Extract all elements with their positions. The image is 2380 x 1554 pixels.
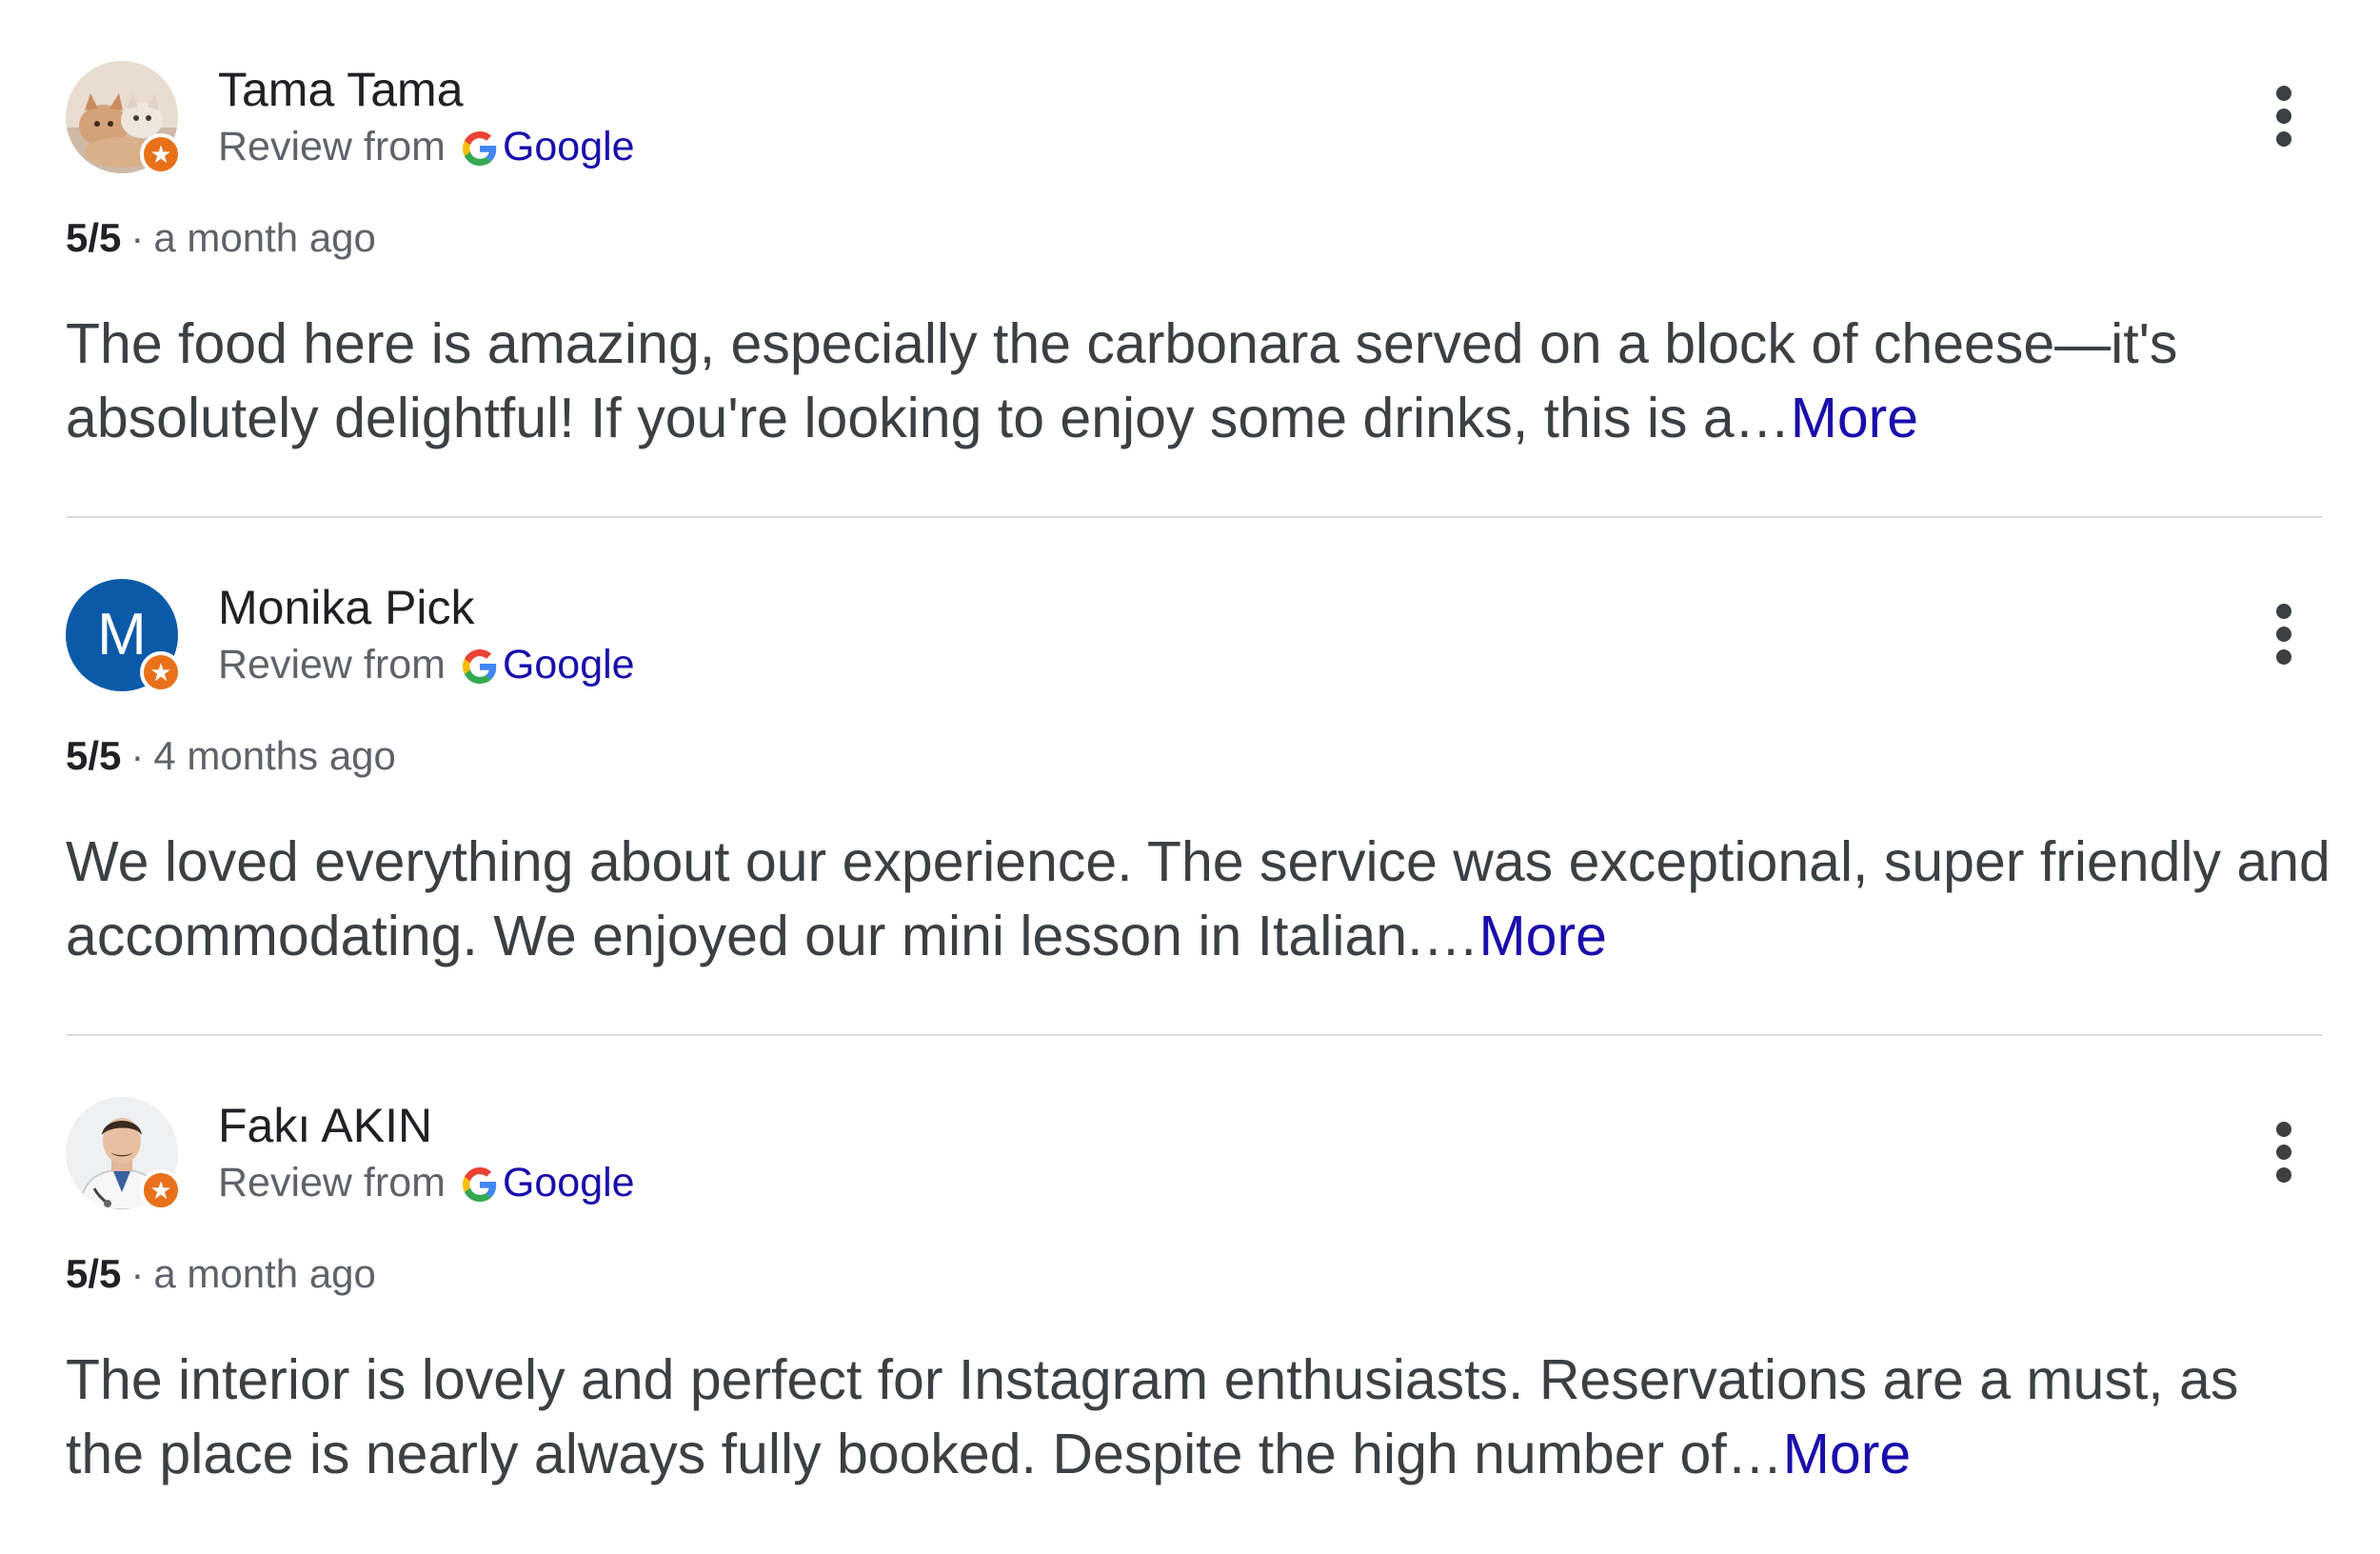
rating: 5/5	[66, 733, 122, 778]
review-time: a month ago	[153, 1251, 376, 1296]
review-card: M ★ Monika Pick Review from Google 5/5 ·…	[66, 518, 2330, 1036]
source-name[interactable]: Google	[503, 1160, 635, 1205]
menu-dot	[2276, 627, 2291, 642]
review-body: We loved everything about our experience…	[66, 830, 2330, 967]
more-vert-icon[interactable]	[2265, 1122, 2303, 1183]
rating: 5/5	[66, 1251, 122, 1296]
review-header: ★ Tama Tama Review from Google	[66, 61, 2322, 175]
rating-line: 5/5 · a month ago	[66, 1247, 376, 1301]
google-g-icon	[462, 1162, 497, 1215]
author-avatar[interactable]: ★	[66, 61, 182, 175]
separator: ·	[130, 215, 145, 260]
review-text: We loved everything about our experience…	[66, 825, 2331, 973]
local-guide-star-icon: ★	[140, 1169, 182, 1211]
more-link[interactable]: More	[1791, 387, 1918, 449]
review-source: Review from Google	[218, 1156, 635, 1215]
menu-dot	[2276, 86, 2291, 101]
source-prefix: Review from	[218, 124, 446, 169]
review-header: M ★ Monika Pick Review from Google	[66, 579, 2322, 693]
local-guide-star-icon: ★	[140, 651, 182, 693]
source-name[interactable]: Google	[503, 124, 635, 169]
menu-dot	[2276, 131, 2291, 147]
review-card: ★ Tama Tama Review from Google 5/5 · a m…	[66, 0, 2322, 518]
more-vert-icon[interactable]	[2265, 86, 2303, 147]
review-source: Review from Google	[218, 638, 635, 697]
review-body: The interior is lovely and perfect for I…	[66, 1348, 2239, 1485]
source-prefix: Review from	[218, 1160, 446, 1205]
menu-dot	[2276, 1167, 2291, 1183]
author-name[interactable]: Tama Tama	[218, 61, 464, 118]
review-source: Review from Google	[218, 120, 635, 179]
author-avatar[interactable]: M ★	[66, 579, 182, 693]
menu-dot	[2276, 649, 2291, 665]
review-text: The food here is amazing, especially the…	[66, 307, 2331, 455]
source-prefix: Review from	[218, 642, 446, 687]
review-card: ★ Fakı AKIN Review from Google 5/5 · a m…	[66, 1036, 2322, 1554]
author-name[interactable]: Fakı AKIN	[218, 1097, 432, 1154]
menu-dot	[2276, 604, 2291, 619]
separator: ·	[130, 733, 145, 778]
more-link[interactable]: More	[1478, 905, 1606, 967]
google-g-icon	[462, 644, 497, 697]
menu-dot	[2276, 1122, 2291, 1137]
author-avatar[interactable]: ★	[66, 1097, 182, 1211]
local-guide-star-icon: ★	[140, 133, 182, 175]
more-vert-icon[interactable]	[2265, 604, 2303, 665]
rating: 5/5	[66, 215, 122, 260]
rating-line: 5/5 · 4 months ago	[66, 729, 396, 783]
review-header: ★ Fakı AKIN Review from Google	[66, 1097, 2322, 1211]
menu-dot	[2276, 109, 2291, 124]
source-name[interactable]: Google	[503, 642, 635, 687]
more-link[interactable]: More	[1783, 1423, 1911, 1485]
rating-line: 5/5 · a month ago	[66, 211, 376, 265]
review-list: ★ Tama Tama Review from Google 5/5 · a m…	[66, 0, 2330, 1554]
google-g-icon	[462, 126, 497, 179]
author-name[interactable]: Monika Pick	[218, 579, 475, 636]
review-text: The interior is lovely and perfect for I…	[66, 1343, 2331, 1491]
separator: ·	[130, 1251, 145, 1296]
review-time: 4 months ago	[153, 733, 396, 778]
menu-dot	[2276, 1145, 2291, 1160]
review-time: a month ago	[153, 215, 376, 260]
